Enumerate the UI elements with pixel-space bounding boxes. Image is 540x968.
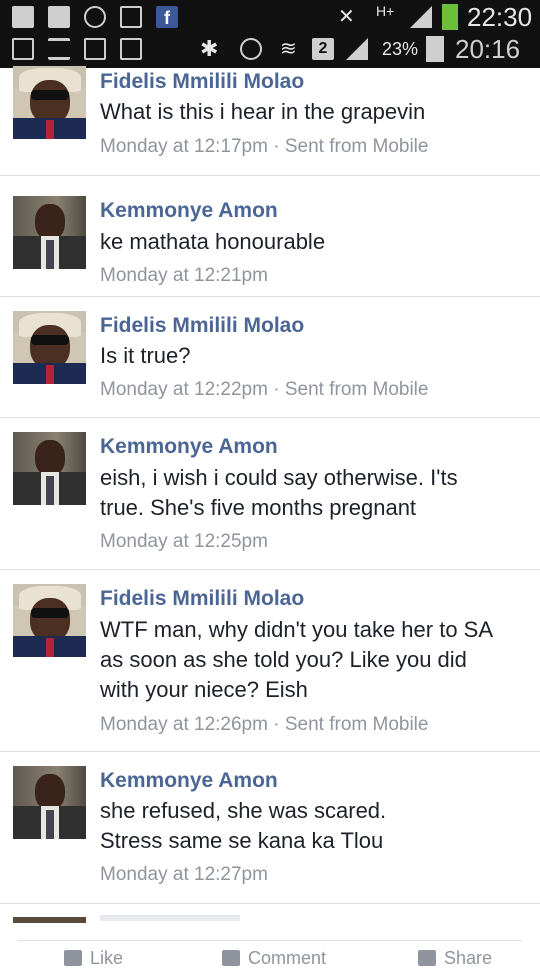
action-bar: Like Comment Share bbox=[0, 938, 540, 968]
text-icon bbox=[48, 38, 70, 60]
message-meta: Monday at 12:26pm · Sent from Mobile bbox=[100, 710, 428, 740]
message-meta: Monday at 12:17pm · Sent from Mobile bbox=[100, 132, 428, 162]
message-item[interactable]: Fidelis Mmilili Molao Is it true? Monday… bbox=[0, 297, 540, 418]
message-item[interactable]: Kemmonye Amon she refused, she was scare… bbox=[0, 752, 540, 904]
status-time: 22:30 bbox=[467, 2, 533, 32]
message-time[interactable]: Monday at 12:27pm bbox=[100, 864, 268, 885]
message-thread[interactable]: Fidelis Mmilili Molao What is this i hea… bbox=[0, 66, 540, 904]
message-item[interactable]: Fidelis Mmilili Molao WTF man, why didn'… bbox=[0, 570, 540, 752]
camera-icon bbox=[120, 38, 142, 60]
avatar[interactable] bbox=[13, 432, 86, 505]
avatar[interactable] bbox=[13, 311, 86, 384]
author-name[interactable]: Fidelis Mmilili Molao bbox=[100, 584, 304, 614]
share-icon bbox=[418, 950, 436, 966]
share-button[interactable]: Share bbox=[418, 948, 492, 968]
message-text: What is this i hear in the grapevin bbox=[100, 99, 426, 124]
comment-button[interactable]: Comment bbox=[222, 948, 326, 968]
avatar[interactable] bbox=[13, 66, 86, 139]
battery-percent: 23% bbox=[382, 39, 419, 59]
whatsapp-icon bbox=[84, 6, 106, 28]
avatar[interactable] bbox=[13, 584, 86, 657]
message-text: WTF man, why didn't you take her to SA a… bbox=[100, 617, 494, 702]
meta-separator: · bbox=[267, 379, 285, 400]
message-item[interactable]: Fidelis Mmilili Molao What is this i hea… bbox=[0, 66, 540, 176]
chart-icon bbox=[12, 38, 34, 60]
message-source: Sent from Mobile bbox=[284, 136, 429, 157]
gallery-icon bbox=[120, 6, 142, 28]
message-item[interactable]: Kemmonye Amon ke mathata honourable Mond… bbox=[0, 176, 540, 297]
mute-icon: ✕ bbox=[338, 6, 355, 28]
facebook-icon bbox=[48, 6, 70, 28]
message-item[interactable]: Kemmonye Amon eish, i wish i could say o… bbox=[0, 418, 540, 570]
avatar[interactable] bbox=[13, 766, 86, 839]
author-name[interactable]: Kemmonye Amon bbox=[100, 196, 278, 226]
author-name[interactable]: Kemmonye Amon bbox=[100, 766, 278, 796]
message-text: she refused, she was scared. Stress same… bbox=[100, 798, 387, 853]
thumbs-up-icon bbox=[64, 950, 82, 966]
message-time[interactable]: Monday at 12:26pm bbox=[100, 714, 268, 735]
comment-icon bbox=[222, 950, 240, 966]
message-text: eish, i wish i could say otherwise. I'ts… bbox=[100, 465, 458, 520]
message-time[interactable]: Monday at 12:17pm bbox=[100, 136, 268, 157]
avatar[interactable] bbox=[13, 917, 86, 923]
camera-icon bbox=[84, 38, 106, 60]
battery-icon bbox=[426, 36, 444, 62]
meta-separator: · bbox=[267, 136, 285, 157]
author-name[interactable]: Fidelis Mmilili Molao bbox=[100, 311, 304, 341]
author-name[interactable]: Fidelis Mmilili Molao bbox=[100, 67, 304, 97]
author-name[interactable]: Kemmonye Amon bbox=[100, 432, 278, 462]
status-bar-row-bottom: ✱ ≋ 2 23% 20:16 bbox=[0, 32, 540, 66]
message-text: Is it true? bbox=[100, 343, 191, 368]
status-time-inner: 20:16 bbox=[455, 34, 521, 64]
notification-badge: 2 bbox=[312, 38, 334, 60]
message-text: ke mathata honourable bbox=[100, 229, 326, 254]
network-type: H+ bbox=[376, 3, 395, 19]
divider bbox=[18, 940, 522, 941]
status-bar: f ✕ H+ 22:30 ✱ ≋ 2 23% 20:16 bbox=[0, 0, 540, 68]
bluetooth-icon: ✱ bbox=[200, 36, 219, 61]
message-meta: Monday at 12:27pm bbox=[100, 860, 268, 890]
message-meta: Monday at 12:22pm · Sent from Mobile bbox=[100, 375, 428, 405]
status-bar-row-top: f ✕ H+ 22:30 bbox=[0, 0, 540, 34]
message-time[interactable]: Monday at 12:22pm bbox=[100, 379, 268, 400]
message-source: Sent from Mobile bbox=[284, 714, 429, 735]
avatar[interactable] bbox=[13, 196, 86, 269]
signal-icon bbox=[410, 6, 432, 28]
meta-separator: · bbox=[267, 714, 285, 735]
message-meta: Monday at 12:25pm bbox=[100, 527, 268, 557]
facebook-icon bbox=[12, 6, 34, 28]
like-button[interactable]: Like bbox=[64, 948, 123, 968]
battery-icon bbox=[442, 4, 458, 30]
message-time[interactable]: Monday at 12:25pm bbox=[100, 531, 268, 552]
wifi-icon: ≋ bbox=[280, 38, 297, 60]
facebook-icon: f bbox=[156, 6, 178, 28]
signal-icon bbox=[346, 38, 368, 60]
message-meta: Monday at 12:21pm bbox=[100, 261, 268, 291]
message-source: Sent from Mobile bbox=[284, 379, 429, 400]
author-name-placeholder bbox=[100, 915, 240, 921]
alarm-icon bbox=[240, 38, 262, 60]
message-time[interactable]: Monday at 12:21pm bbox=[100, 265, 268, 286]
